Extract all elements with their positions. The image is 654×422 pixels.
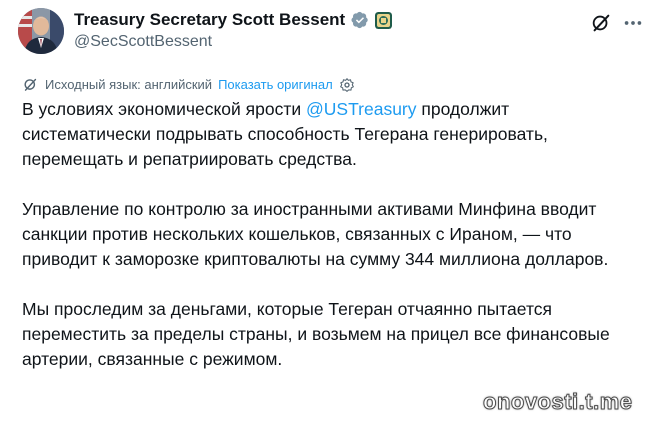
translation-bar: Исходный язык: английский Показать ориги… (22, 76, 355, 93)
tweet-p1-start: В условиях экономической ярости (22, 99, 307, 119)
channel-watermark: onovosti.t.me (483, 389, 633, 415)
author-display-name[interactable]: Treasury Secretary Scott Bessent (74, 10, 345, 30)
mention-link-ustreasury[interactable]: @USTreasury (306, 99, 416, 119)
grok-icon[interactable] (590, 12, 612, 34)
tweet-card: Treasury Secretary Scott Bessent @SecSco… (0, 0, 654, 422)
show-original-link[interactable]: Показать оригинал (218, 77, 333, 92)
profile-photo-icon (18, 8, 64, 54)
avatar[interactable] (18, 8, 64, 54)
gear-icon[interactable] (339, 77, 355, 93)
more-horizontal-icon[interactable] (622, 12, 644, 34)
verified-badge-icon[interactable] (351, 11, 369, 29)
treasury-seal-icon[interactable] (375, 11, 393, 29)
source-language-label: Исходный язык: английский (45, 77, 213, 92)
tweet-paragraph-3: Мы проследим за деньгами, которые Тегера… (22, 299, 610, 369)
author-handle[interactable]: @SecScottBessent (74, 33, 212, 51)
translate-icon (24, 78, 37, 91)
tweet-paragraph-1: В условиях экономической ярости @USTreas… (22, 97, 642, 172)
tweet-paragraph-2: Управление по контролю за иностранными а… (22, 199, 609, 269)
author-name-row: Treasury Secretary Scott Bessent (74, 10, 393, 30)
tweet-text: В условиях экономической ярости @USTreas… (22, 97, 642, 397)
